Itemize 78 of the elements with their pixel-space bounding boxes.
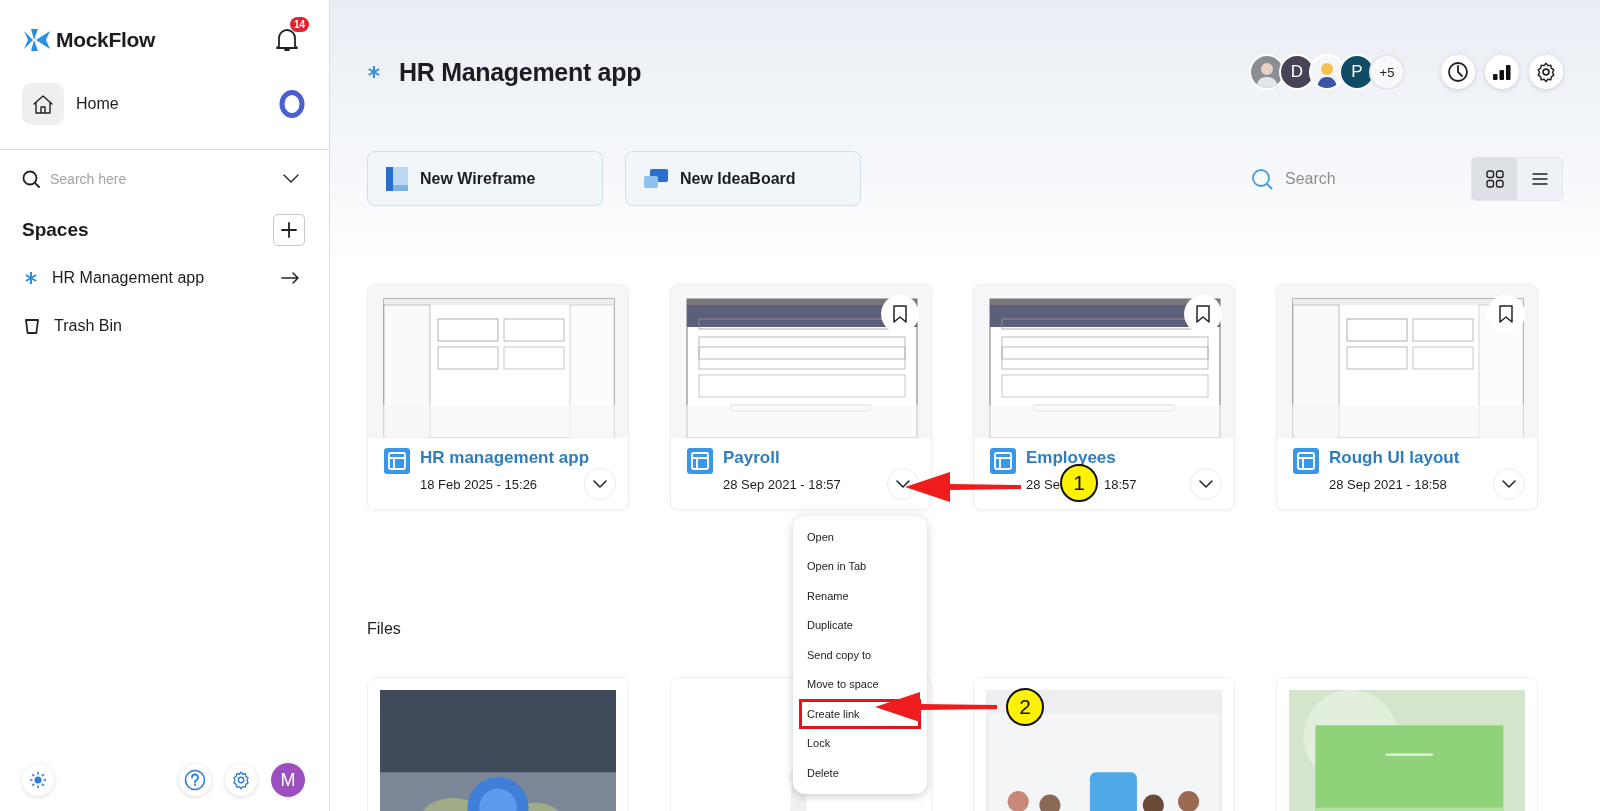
clock-icon	[1447, 61, 1469, 83]
wireframe-file-icon	[990, 448, 1016, 474]
wireframe-file-icon	[687, 448, 713, 474]
menu-item[interactable]: Open in Tab	[799, 551, 921, 581]
sidebar-item[interactable]: Trash Bin	[54, 317, 299, 335]
chevron-down-icon	[593, 480, 607, 488]
menu-item[interactable]: Rename	[799, 581, 921, 611]
menu-item[interactable]: Move to space	[799, 669, 921, 699]
project-title[interactable]: Payroll	[723, 448, 919, 468]
bell-icon[interactable]	[275, 27, 299, 53]
logo-icon	[24, 29, 50, 51]
notification-badge: 14	[289, 17, 309, 32]
asterisk-icon	[24, 271, 38, 285]
user-avatar[interactable]: M	[271, 763, 305, 797]
help-icon	[184, 769, 206, 791]
bookmark-icon	[893, 305, 907, 323]
search-icon	[22, 170, 40, 188]
home-icon[interactable]	[22, 83, 64, 125]
chevron-down-icon	[896, 480, 910, 488]
project-card[interactable]: HR management app 18 Feb 2025 - 15:26	[367, 284, 629, 510]
page-title: HR Management app	[399, 57, 643, 87]
grid-view-icon	[1485, 169, 1504, 188]
project-title[interactable]: Rough UI layout	[1329, 448, 1525, 468]
sidebar-item[interactable]: HR Management app	[52, 269, 267, 287]
user-avatar: +5	[1369, 54, 1405, 90]
project-title[interactable]: HR management app	[420, 448, 616, 468]
view-toggle-button[interactable]	[1472, 157, 1517, 200]
spaces-heading: Spaces	[22, 219, 89, 241]
chevron-down-icon	[1199, 480, 1213, 488]
project-card[interactable]: Payroll 28 Sep 2021 - 18:57	[670, 284, 932, 510]
history-button[interactable]	[1441, 55, 1475, 89]
menu-item[interactable]: Lock	[799, 728, 921, 758]
options-button[interactable]	[1493, 468, 1525, 500]
help-button[interactable]	[179, 764, 211, 796]
menu-item[interactable]: Send copy to	[799, 640, 921, 670]
menu-item[interactable]: Delete	[799, 758, 921, 788]
trash-icon	[24, 317, 40, 335]
asterisk-icon	[367, 65, 381, 79]
bookmark-icon	[1196, 305, 1210, 323]
project-date: 18 Feb 2025 - 15:26	[420, 476, 538, 492]
options-button[interactable]	[887, 468, 919, 500]
project-date: 28 Sep 2021 - 18:58	[1329, 476, 1447, 492]
options-button[interactable]	[1190, 468, 1222, 500]
wireframe-icon	[386, 166, 408, 191]
view-toggle-button[interactable]	[1517, 157, 1562, 200]
settings-button[interactable]	[1529, 55, 1563, 89]
analytics-button[interactable]	[1485, 55, 1519, 89]
arrow-right-icon[interactable]	[281, 272, 299, 284]
theme-toggle-button[interactable]	[22, 764, 54, 796]
bookmark-icon	[1499, 305, 1513, 323]
options-button[interactable]	[584, 468, 616, 500]
settings-icon	[1535, 61, 1557, 83]
wireframe-file-icon	[1293, 448, 1319, 474]
new-file-button[interactable]: New IdeaBoard	[625, 151, 861, 206]
logo-text: MockFlow	[56, 28, 156, 52]
section-heading: Files	[367, 620, 401, 638]
project-card[interactable]: Rough UI layout 28 Sep 2021 - 18:58	[1276, 284, 1538, 510]
search-field[interactable]: Search	[1283, 168, 1367, 189]
project-date: 28 Sep 2021 - 18:57	[723, 476, 841, 492]
search-field[interactable]: Search here	[48, 170, 275, 188]
ideaboard-icon	[644, 168, 668, 189]
bar-chart-icon	[1493, 64, 1511, 80]
chevron-down-icon[interactable]	[283, 174, 299, 184]
wireframe-file-icon	[384, 448, 410, 474]
add-space-button[interactable]	[273, 214, 305, 246]
plus-icon	[281, 222, 297, 238]
chevron-down-icon	[1502, 480, 1516, 488]
project-time: 18:57	[1104, 476, 1137, 492]
sun-icon	[29, 771, 47, 789]
search-icon	[1251, 167, 1273, 190]
list-view-icon	[1531, 172, 1548, 185]
project-date: 28 Se	[1026, 476, 1060, 492]
new-file-button[interactable]: New Wireframe	[367, 151, 603, 206]
ring-logo-icon[interactable]	[279, 90, 305, 118]
menu-item[interactable]: Duplicate	[799, 610, 921, 640]
menu-item[interactable]: Open	[799, 522, 921, 552]
home-link[interactable]: Home	[76, 95, 267, 113]
settings-icon	[231, 770, 251, 790]
